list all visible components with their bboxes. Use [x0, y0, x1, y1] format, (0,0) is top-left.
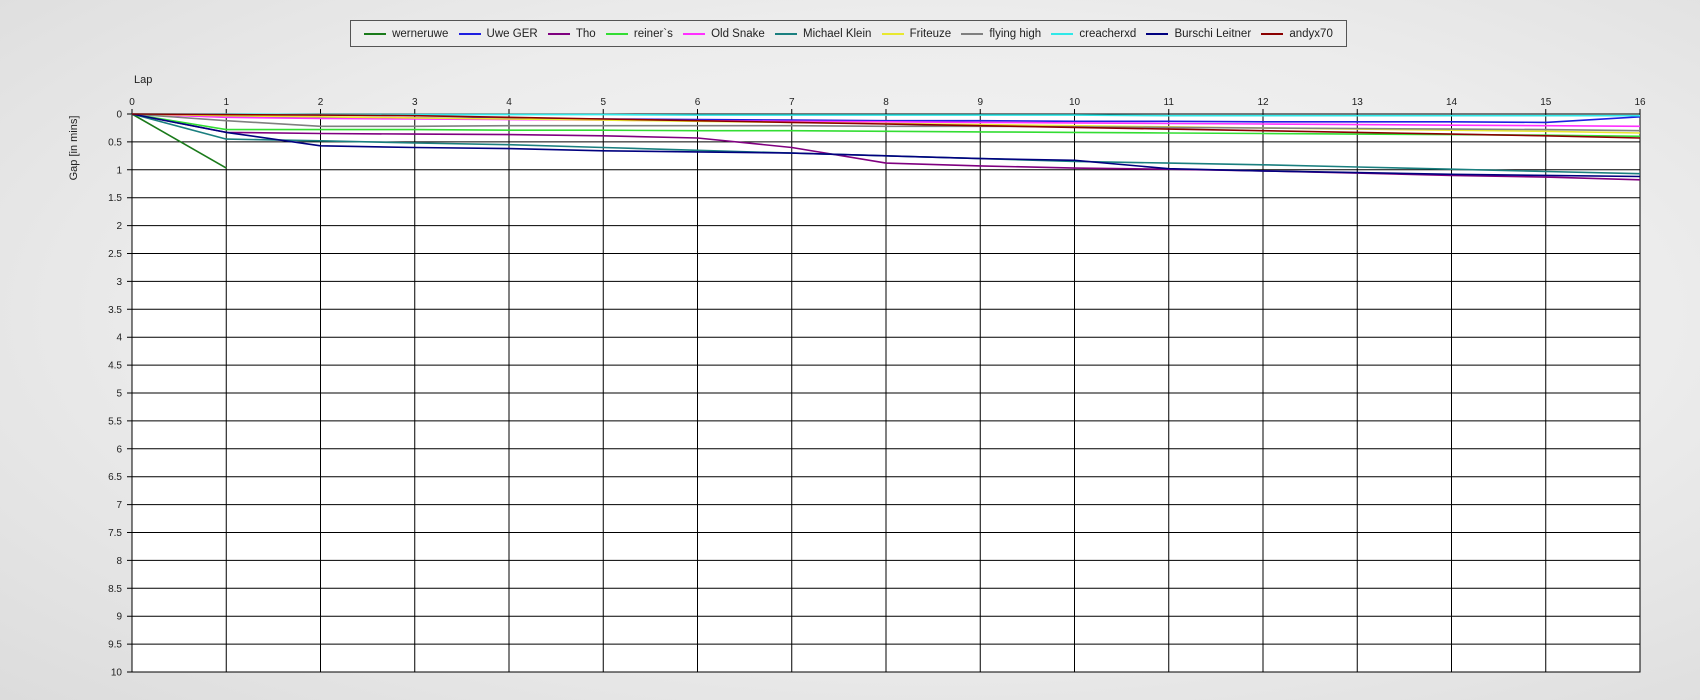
line-chart: 0 1 2 3 4 5 6 7 8 9 10 11 12 13 14 15 1600.511.522.533.5… [108, 97, 1646, 679]
y-tick-label: 9.5 [108, 640, 122, 651]
x-tick-label: 4 [506, 97, 512, 108]
y-tick-label: 1.5 [108, 193, 122, 204]
x-tick-label: 16 [1634, 97, 1646, 108]
y-tick-label: 6 [116, 444, 122, 455]
y-tick-label: 9 [116, 612, 122, 623]
y-tick-label: 5.5 [108, 416, 122, 427]
x-tick-label: 11 [1164, 97, 1175, 108]
x-tick-label: 15 [1540, 97, 1552, 108]
x-tick-label: 6 [695, 97, 701, 108]
y-tick-label: 10 [111, 668, 123, 679]
x-tick-label: 14 [1446, 97, 1458, 108]
x-tick-label: 7 [789, 97, 795, 108]
y-tick-label: 2.5 [108, 249, 122, 260]
y-tick-label: 7 [116, 500, 122, 511]
y-tick-label: 0 [116, 110, 122, 121]
x-tick-label: 1 [223, 97, 229, 108]
y-tick-label: 1 [116, 165, 122, 176]
x-tick-label: 12 [1257, 97, 1269, 108]
x-tick-label: 13 [1352, 97, 1364, 108]
x-tick-label: 5 [600, 97, 606, 108]
y-tick-label: 3.5 [108, 305, 122, 316]
x-tick-label: 9 [977, 97, 983, 108]
y-tick-label: 8 [116, 556, 122, 567]
y-tick-label: 3 [116, 277, 122, 288]
x-tick-label: 10 [1069, 97, 1081, 108]
x-tick-label: 3 [412, 97, 418, 108]
x-tick-label: 8 [883, 97, 889, 108]
y-tick-label: 7.5 [108, 528, 122, 539]
y-tick-label: 4 [116, 333, 122, 344]
y-tick-label: 2 [116, 221, 122, 232]
y-tick-label: 8.5 [108, 584, 122, 595]
y-tick-label: 6.5 [108, 472, 122, 483]
y-tick-label: 4.5 [108, 361, 122, 372]
y-tick-label: 0.5 [108, 137, 122, 148]
x-tick-label: 2 [318, 97, 324, 108]
x-tick-label: 0 [129, 97, 135, 108]
y-tick-label: 5 [116, 389, 122, 400]
